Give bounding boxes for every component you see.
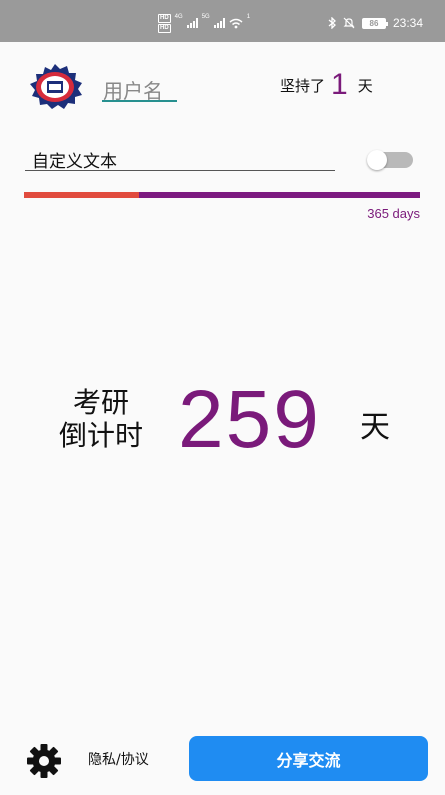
persist-prefix: 坚持了	[280, 76, 326, 95]
bluetooth-icon	[328, 17, 336, 29]
username-underline	[102, 100, 177, 102]
custom-text-input[interactable]: 自定义文本	[32, 147, 117, 172]
app-screen: HD HD 4G 5G 1 86 23:34 用户名 坚持了 1 天 自定义文本…	[0, 0, 445, 795]
persist-days: 1	[331, 68, 348, 101]
battery-icon: 86	[361, 17, 388, 29]
privacy-agreement-link[interactable]: 隐私/协议	[88, 749, 149, 769]
signal-icon	[186, 18, 198, 28]
network-indicators: HD HD 4G 5G 1	[158, 13, 251, 33]
custom-text-underline	[25, 170, 335, 171]
wifi-sub-label: 1	[246, 14, 251, 20]
mute-icon	[343, 17, 355, 29]
year-progress-bar	[24, 192, 420, 198]
countdown-label-line1: 考研	[72, 386, 129, 419]
hd-icon: HD	[158, 13, 171, 23]
wifi-icon	[229, 18, 243, 28]
clock: 23:34	[392, 16, 423, 30]
progress-fill	[24, 192, 139, 198]
persist-suffix: 天	[357, 76, 373, 95]
countdown-label: 考研 倒计时	[46, 386, 156, 452]
countdown-label-line2: 倒计时	[58, 419, 143, 452]
university-logo	[30, 64, 82, 109]
status-bar: HD HD 4G 5G 1 86 23:34	[0, 0, 445, 42]
countdown-unit: 天	[360, 410, 390, 445]
hd-icon: HD	[158, 23, 171, 33]
signal-icon	[213, 18, 225, 28]
system-indicators: 86 23:34	[328, 16, 423, 30]
countdown-days: 259	[178, 374, 321, 465]
network-type-label: 5G	[201, 14, 210, 20]
settings-gear-icon[interactable]	[25, 742, 63, 780]
network-type-label: 4G	[174, 14, 183, 20]
persist-counter: 坚持了 1 天	[280, 68, 373, 102]
toggle-thumb	[367, 150, 387, 170]
progress-total-label: 365 days	[367, 206, 420, 221]
custom-text-toggle[interactable]	[367, 150, 413, 170]
hd-icons: HD HD	[158, 13, 171, 33]
share-button[interactable]: 分享交流	[189, 736, 428, 781]
